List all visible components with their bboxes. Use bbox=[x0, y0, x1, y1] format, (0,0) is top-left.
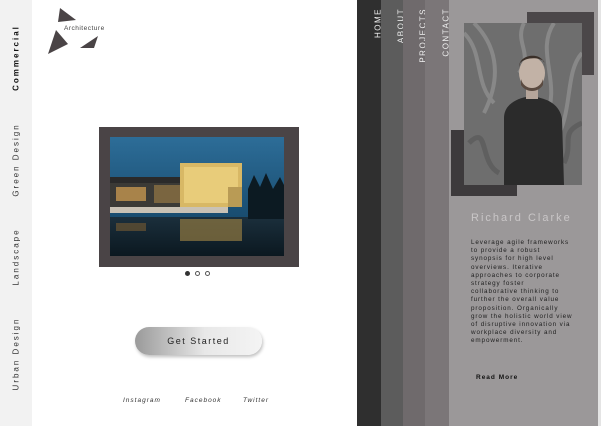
profile-name: Richard Clarke bbox=[471, 212, 572, 224]
category-commercial[interactable]: Commercial bbox=[12, 25, 21, 91]
get-started-button[interactable]: Get Started bbox=[135, 327, 262, 355]
profile-bio: Leverage agile frameworks to provide a r… bbox=[471, 239, 573, 345]
twitter-link[interactable]: Twitter bbox=[243, 397, 269, 404]
read-more-link[interactable]: Read More bbox=[476, 374, 518, 381]
logo-text: Architecture bbox=[64, 25, 105, 32]
category-rail: Commercial Green Design Landscape Urban … bbox=[0, 0, 32, 426]
nav-column-home[interactable]: HOME bbox=[357, 0, 383, 426]
slide-dot-3[interactable] bbox=[205, 271, 210, 276]
category-landscape[interactable]: Landscape bbox=[12, 228, 21, 285]
nav-column-contact[interactable]: CONTACT bbox=[425, 0, 451, 426]
nav-column-projects[interactable]: PROJECTS bbox=[403, 0, 428, 426]
category-urban-design[interactable]: Urban Design bbox=[12, 318, 21, 391]
nav-column-about[interactable]: ABOUT bbox=[381, 0, 406, 426]
slide-dot-1[interactable] bbox=[185, 271, 190, 276]
logo-triangles-icon[interactable] bbox=[46, 8, 126, 58]
category-green-design[interactable]: Green Design bbox=[12, 123, 21, 196]
slideshow-frame bbox=[99, 127, 299, 267]
instagram-link[interactable]: Instagram bbox=[123, 397, 161, 404]
slide-dot-2[interactable] bbox=[195, 271, 200, 276]
building-photo bbox=[110, 137, 284, 256]
facebook-link[interactable]: Facebook bbox=[185, 397, 222, 404]
portrait-photo bbox=[464, 23, 582, 185]
